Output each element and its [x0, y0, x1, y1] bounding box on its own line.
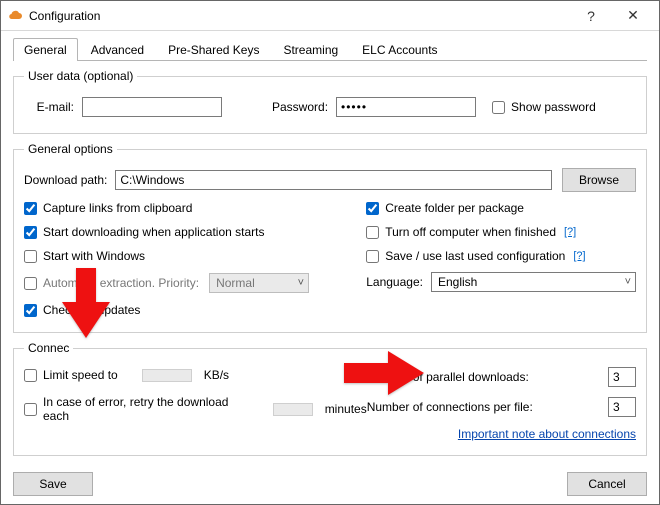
- opt-start-windows-check[interactable]: [24, 250, 37, 263]
- tab-strip: General Advanced Pre-Shared Keys Streami…: [13, 37, 647, 61]
- tab-general[interactable]: General: [13, 38, 78, 61]
- opt-capture-links[interactable]: Capture links from clipboard: [24, 201, 342, 215]
- password-input[interactable]: [336, 97, 476, 117]
- group-userdata-legend: User data (optional): [24, 69, 137, 83]
- group-general-legend: General options: [24, 142, 117, 156]
- opt-create-folder-check[interactable]: [366, 202, 379, 215]
- close-button[interactable]: ✕: [613, 1, 653, 31]
- email-label: E-mail:: [24, 100, 74, 114]
- app-icon: [7, 9, 23, 23]
- opt-turnoff-check[interactable]: [366, 226, 379, 239]
- annotation-arrow-down: [56, 268, 116, 338]
- download-path-input[interactable]: [115, 170, 552, 190]
- annotation-arrow-right: [344, 351, 424, 395]
- opt-limit-speed[interactable]: Limit speed to KB/s: [24, 368, 367, 382]
- language-select[interactable]: English: [431, 272, 636, 292]
- window-title: Configuration: [29, 9, 569, 23]
- opt-start-download-check[interactable]: [24, 226, 37, 239]
- group-connection-legend: Connec: [24, 341, 73, 355]
- config-dialog: Configuration ? ✕ General Advanced Pre-S…: [0, 0, 660, 505]
- show-password-label: Show password: [511, 100, 596, 114]
- tab-streaming[interactable]: Streaming: [272, 38, 349, 61]
- tab-preshared[interactable]: Pre-Shared Keys: [157, 38, 270, 61]
- group-general: General options Download path: Browse Ca…: [13, 142, 647, 333]
- opt-create-folder[interactable]: Create folder per package: [366, 201, 636, 215]
- opt-auto-extract-check[interactable]: [24, 277, 37, 290]
- dialog-footer: Save Cancel: [1, 464, 659, 505]
- download-path-label: Download path:: [24, 173, 107, 187]
- opt-limit-speed-check[interactable]: [24, 369, 37, 382]
- priority-select: Normal: [209, 273, 309, 293]
- group-userdata: User data (optional) E-mail: Password: S…: [13, 69, 647, 134]
- email-input[interactable]: [82, 97, 222, 117]
- group-connection: Connec Limit speed to KB/s In case of er…: [13, 341, 647, 456]
- opt-retry[interactable]: In case of error, retry the download eac…: [24, 395, 367, 423]
- opt-save-config[interactable]: Save / use last used configuration [?]: [366, 249, 636, 263]
- opt-check-updates-check[interactable]: [24, 304, 37, 317]
- opt-start-download[interactable]: Start downloading when application start…: [24, 225, 342, 239]
- show-password-check[interactable]: [492, 101, 505, 114]
- browse-button[interactable]: Browse: [562, 168, 636, 192]
- tab-elc[interactable]: ELC Accounts: [351, 38, 448, 61]
- retry-input[interactable]: [273, 403, 313, 416]
- language-label: Language:: [366, 275, 423, 289]
- titlebar: Configuration ? ✕: [1, 1, 659, 31]
- help-link-saveconfig[interactable]: [?]: [573, 250, 585, 262]
- password-label: Password:: [272, 100, 328, 114]
- save-button[interactable]: Save: [13, 472, 93, 496]
- client-area: General Advanced Pre-Shared Keys Streami…: [1, 31, 659, 464]
- connections-note-link[interactable]: Important note about connections: [458, 427, 636, 441]
- show-password-checkbox[interactable]: Show password: [492, 100, 596, 114]
- opt-retry-check[interactable]: [24, 403, 37, 416]
- parallel-input[interactable]: [608, 367, 636, 387]
- connections-input[interactable]: [608, 397, 636, 417]
- connections-label: Number of connections per file:: [367, 400, 608, 414]
- help-button[interactable]: ?: [571, 1, 611, 31]
- opt-turnoff[interactable]: Turn off computer when finished [?]: [366, 225, 636, 239]
- opt-capture-links-check[interactable]: [24, 202, 37, 215]
- cancel-button[interactable]: Cancel: [567, 472, 647, 496]
- help-link-turnoff[interactable]: [?]: [564, 226, 576, 238]
- opt-start-windows[interactable]: Start with Windows: [24, 249, 342, 263]
- limit-speed-input[interactable]: [142, 369, 192, 382]
- tab-advanced[interactable]: Advanced: [80, 38, 155, 61]
- opt-save-config-check[interactable]: [366, 250, 379, 263]
